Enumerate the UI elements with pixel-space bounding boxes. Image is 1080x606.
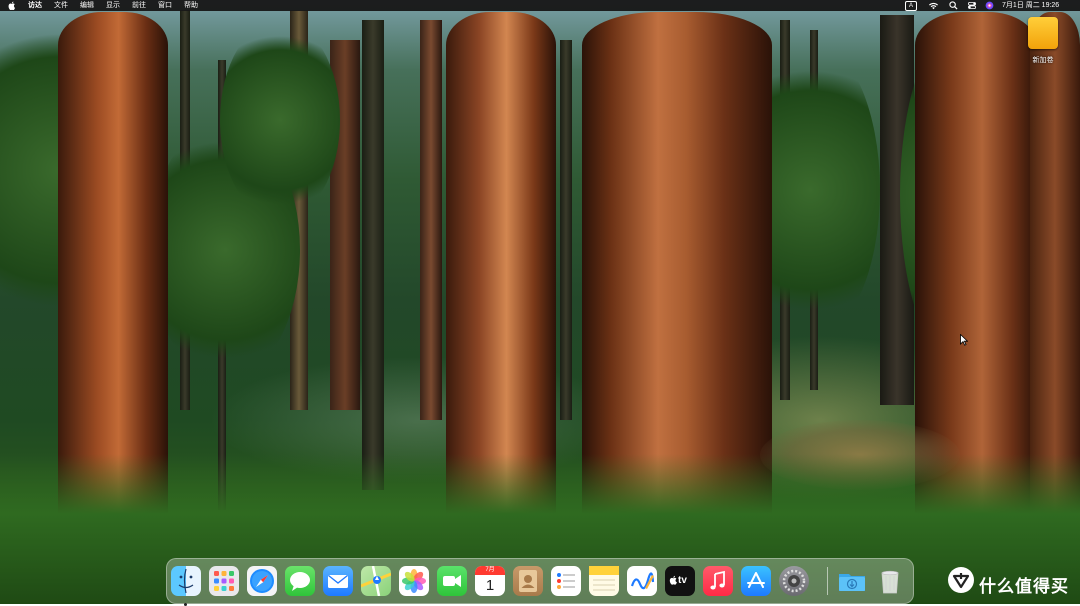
dock-item-downloads[interactable] <box>837 566 867 596</box>
wifi-icon[interactable] <box>928 1 939 10</box>
mouse-pointer-icon <box>960 334 968 346</box>
tree-trunk <box>560 40 572 420</box>
system-settings-icon <box>782 569 806 593</box>
dock: 7月 1 tv <box>166 558 914 606</box>
tv-label: tv <box>678 575 687 586</box>
dock-app-notes[interactable] <box>589 566 619 596</box>
desktop-icon-label: 新加卷 <box>1032 57 1054 64</box>
hard-drive-icon <box>1028 17 1058 49</box>
input-source-indicator[interactable]: A <box>905 1 917 11</box>
reminders-icon <box>557 573 575 589</box>
maps-icon <box>360 565 392 597</box>
dock-app-reminders[interactable] <box>551 566 581 596</box>
dock-app-system-settings[interactable] <box>779 566 809 596</box>
dock-app-photos[interactable] <box>399 566 429 596</box>
photos-icon <box>402 569 426 593</box>
finder-icon <box>178 568 194 594</box>
safari-icon <box>250 569 274 593</box>
calendar-day: 1 <box>485 577 495 594</box>
dock-app-freeform[interactable] <box>627 566 657 596</box>
notes-icon <box>589 566 619 591</box>
menu-view[interactable]: 显示 <box>106 0 120 11</box>
trash-icon <box>881 570 899 594</box>
dock-item-trash[interactable] <box>875 566 905 596</box>
dock-app-facetime[interactable] <box>437 566 467 596</box>
menu-app-name[interactable]: 访达 <box>28 0 42 11</box>
messages-icon <box>290 572 310 591</box>
mail-icon <box>328 574 348 588</box>
calendar-month: 7月 <box>475 566 505 575</box>
music-icon <box>710 570 725 590</box>
dock-app-safari[interactable] <box>247 566 277 596</box>
menu-edit[interactable]: 编辑 <box>80 0 94 11</box>
downloads-folder-icon <box>839 574 865 591</box>
app-store-icon <box>747 572 765 588</box>
contacts-icon <box>519 570 537 592</box>
menu-bar: 访达 文件 编辑 显示 前往 窗口 帮助 A 7月1日 周二 19:26 <box>0 0 1080 11</box>
launchpad-icon <box>214 571 234 591</box>
watermark: 什么值得买 <box>948 567 1078 596</box>
desktop-icon-drive[interactable]: 新加卷 <box>1024 17 1062 69</box>
dock-app-app-store[interactable] <box>741 566 771 596</box>
apple-logo-icon[interactable] <box>8 1 16 10</box>
siri-icon[interactable] <box>985 1 994 10</box>
control-center-icon[interactable] <box>967 1 977 10</box>
dock-app-finder[interactable] <box>171 566 201 606</box>
smzdm-logo-icon <box>948 567 974 593</box>
dock-app-music[interactable] <box>703 566 733 596</box>
dock-separator <box>827 567 828 595</box>
freeform-icon <box>630 572 655 590</box>
dock-app-messages[interactable] <box>285 566 315 596</box>
watermark-text: 什么值得买 <box>979 577 1069 596</box>
foliage <box>220 20 340 220</box>
menu-file[interactable]: 文件 <box>54 0 68 11</box>
dock-app-contacts[interactable] <box>513 566 543 596</box>
tree-trunk <box>362 20 384 490</box>
menu-go[interactable]: 前往 <box>132 0 146 11</box>
menu-window[interactable]: 窗口 <box>158 0 172 11</box>
dock-app-mail[interactable] <box>323 566 353 596</box>
tree-trunk <box>420 20 442 420</box>
dock-app-maps[interactable] <box>360 565 392 597</box>
desktop-wallpaper <box>0 0 1080 604</box>
menu-clock[interactable]: 7月1日 周二 19:26 <box>1002 0 1059 11</box>
dock-app-calendar[interactable]: 7月 1 <box>475 566 505 596</box>
facetime-icon <box>443 575 461 587</box>
search-icon[interactable] <box>949 1 958 10</box>
dock-app-tv[interactable]: tv <box>665 566 695 596</box>
menu-help[interactable]: 帮助 <box>184 0 198 11</box>
dock-app-launchpad[interactable] <box>209 566 239 596</box>
